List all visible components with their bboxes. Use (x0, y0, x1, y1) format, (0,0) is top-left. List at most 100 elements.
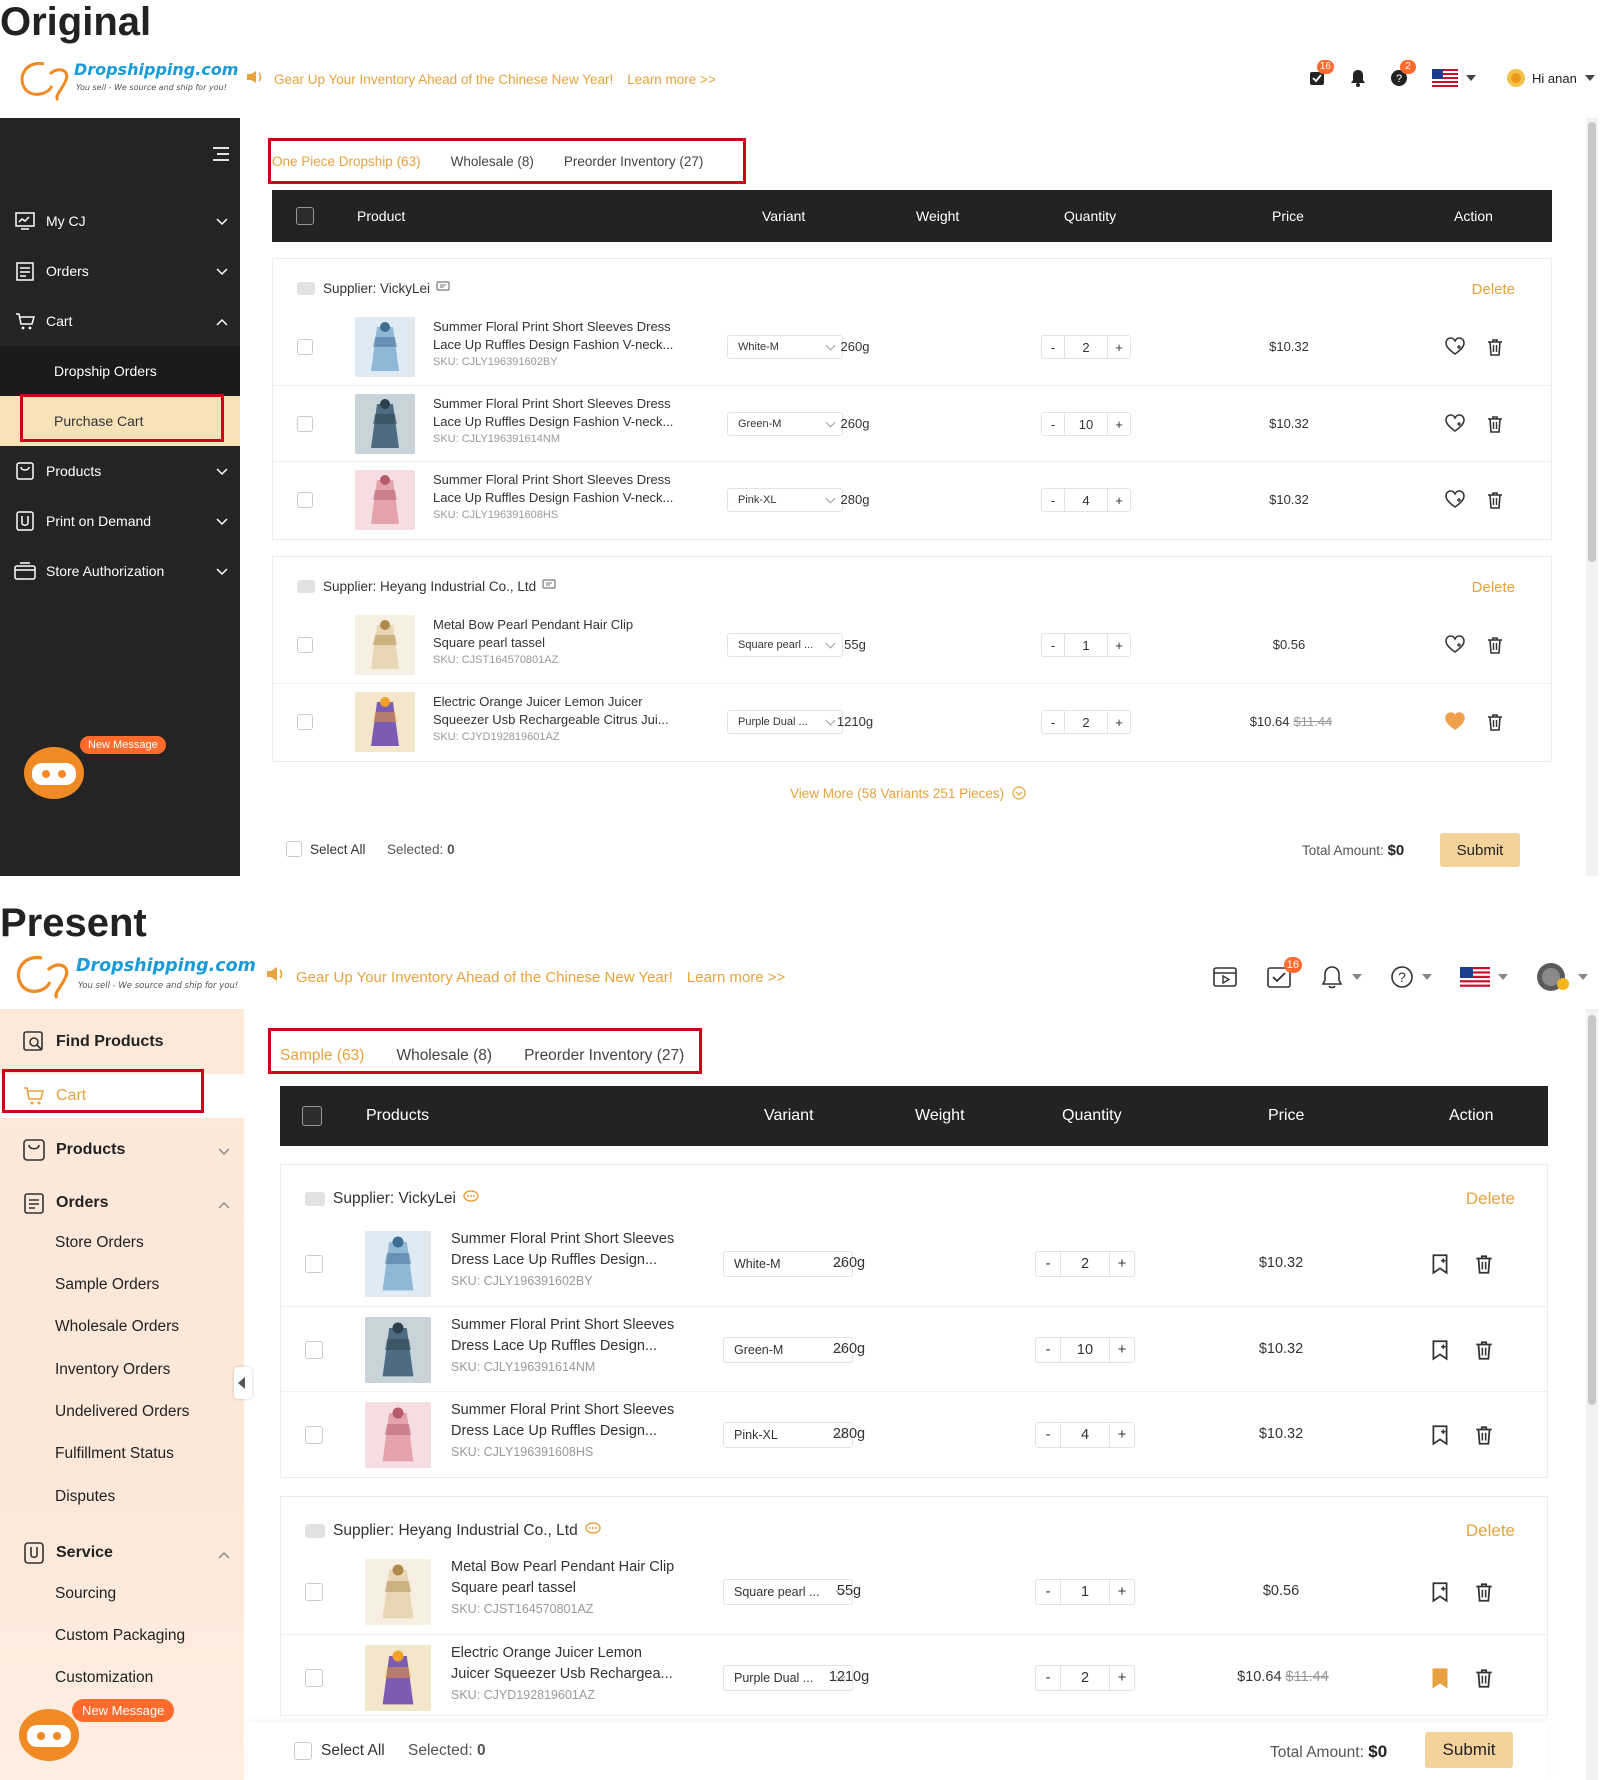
increment-button[interactable]: + (1108, 413, 1130, 435)
row-checkbox[interactable] (297, 714, 313, 730)
sidebar-item-store-orders[interactable]: Store Orders (55, 1223, 144, 1263)
add-favorite-icon[interactable] (1429, 1339, 1451, 1364)
us-flag-icon[interactable] (1460, 967, 1508, 987)
select-all-checkbox-header[interactable] (296, 190, 314, 242)
decrement-button[interactable]: - (1036, 1338, 1060, 1362)
row-checkbox[interactable] (297, 492, 313, 508)
product-name-line1[interactable]: Summer Floral Print Short Sleeves (451, 1402, 674, 1418)
favorite-filled-icon[interactable] (1429, 1667, 1451, 1692)
sidebar-item-store-authorization[interactable]: Store Authorization (0, 546, 240, 596)
sidebar-item-orders[interactable]: Orders (0, 1182, 244, 1224)
trash-icon[interactable] (1485, 635, 1505, 658)
video-icon[interactable] (1212, 965, 1238, 989)
quantity-input[interactable]: 2 (1064, 336, 1108, 358)
sidebar-item-products[interactable]: Products (0, 1129, 244, 1171)
add-favorite-icon[interactable] (1445, 635, 1465, 658)
product-thumbnail[interactable] (355, 470, 415, 530)
chat-icon[interactable] (462, 1189, 480, 1208)
scrollbar-original[interactable] (1586, 118, 1598, 876)
product-thumbnail[interactable] (365, 1230, 431, 1297)
sidebar-item-undelivered-orders[interactable]: Undelivered Orders (55, 1392, 189, 1432)
select-all-checkbox[interactable] (286, 841, 302, 857)
learn-more-link[interactable]: Learn more >> (627, 72, 716, 87)
select-all-label[interactable]: Select All (321, 1742, 385, 1760)
product-thumbnail[interactable] (355, 317, 415, 377)
sidebar-item-sourcing[interactable]: Sourcing (55, 1574, 116, 1614)
new-message-badge[interactable]: New Message (80, 736, 166, 754)
row-checkbox[interactable] (305, 1254, 323, 1273)
sidebar-item-cart[interactable]: Cart (0, 296, 240, 346)
increment-button[interactable]: + (1110, 1338, 1134, 1362)
new-message-badge[interactable]: New Message (72, 1699, 175, 1722)
chat-icon[interactable] (542, 579, 556, 594)
row-checkbox[interactable] (297, 637, 313, 653)
quantity-input[interactable]: 10 (1064, 413, 1108, 435)
sidebar-item-custom-packaging[interactable]: Custom Packaging (55, 1616, 185, 1656)
chat-icon[interactable] (436, 281, 450, 296)
increment-button[interactable]: + (1110, 1423, 1134, 1447)
decrement-button[interactable]: - (1042, 489, 1064, 511)
add-favorite-icon[interactable] (1445, 490, 1465, 513)
product-name-line2[interactable]: Dress Lace Up Ruffles Design... (451, 1423, 657, 1439)
delete-supplier-button[interactable]: Delete (1472, 281, 1515, 298)
row-checkbox[interactable] (305, 1340, 323, 1359)
increment-button[interactable]: + (1110, 1580, 1134, 1604)
product-thumbnail[interactable] (355, 394, 415, 454)
trash-icon[interactable] (1473, 1253, 1495, 1278)
product-name-line2[interactable]: Dress Lace Up Ruffles Design... (451, 1252, 657, 1268)
quantity-stepper[interactable]: -10 + (1041, 412, 1131, 436)
product-name-line2[interactable]: Squeezer Usb Rechargeable Citrus Jui... (433, 712, 669, 727)
sidebar-item-print-on-demand[interactable]: Print on Demand (0, 496, 240, 546)
decrement-button[interactable]: - (1042, 336, 1064, 358)
submit-button[interactable]: Submit (1425, 1732, 1513, 1768)
decrement-button[interactable]: - (1036, 1580, 1060, 1604)
help-icon[interactable]: ? (1390, 965, 1432, 989)
increment-button[interactable]: + (1108, 711, 1130, 733)
product-thumbnail[interactable] (355, 615, 415, 675)
increment-button[interactable]: + (1110, 1666, 1134, 1690)
learn-more-link[interactable]: Learn more >> (687, 969, 785, 986)
product-name-line1[interactable]: Summer Floral Print Short Sleeves Dress (433, 396, 671, 411)
orders-check-icon[interactable]: 16 (1266, 957, 1302, 989)
orders-check-icon[interactable]: 16 (1308, 60, 1334, 87)
help-icon[interactable]: ? 2 (1390, 60, 1416, 87)
sidebar-item-orders[interactable]: Orders (0, 246, 240, 296)
quantity-input[interactable]: 10 (1060, 1337, 1110, 1362)
product-name-line1[interactable]: Metal Bow Pearl Pendant Hair Clip (451, 1559, 674, 1575)
quantity-stepper[interactable]: -4 + (1041, 488, 1131, 512)
product-name-line1[interactable]: Electric Orange Juicer Lemon Juicer (433, 694, 643, 709)
sidebar-item-find-products[interactable]: Find Products (0, 1021, 244, 1063)
chat-icon[interactable] (584, 1521, 602, 1540)
trash-icon[interactable] (1473, 1424, 1495, 1449)
increment-button[interactable]: + (1108, 336, 1130, 358)
trash-icon[interactable] (1473, 1667, 1495, 1692)
select-all-checkbox[interactable] (294, 1742, 312, 1760)
quantity-stepper[interactable]: -2 + (1035, 1664, 1135, 1691)
trash-icon[interactable] (1485, 337, 1505, 360)
row-checkbox[interactable] (305, 1425, 323, 1444)
scrollbar-present[interactable] (1586, 1009, 1598, 1780)
add-favorite-icon[interactable] (1429, 1424, 1451, 1449)
logo-original[interactable]: Dropshipping.com You sell - We source an… (14, 56, 238, 102)
add-favorite-icon[interactable] (1445, 337, 1465, 360)
product-name-line1[interactable]: Electric Orange Juicer Lemon (451, 1645, 642, 1661)
quantity-input[interactable]: 4 (1060, 1422, 1110, 1447)
product-thumbnail[interactable] (365, 1401, 431, 1468)
quantity-input[interactable]: 2 (1060, 1665, 1110, 1690)
collapse-menu-icon[interactable] (212, 146, 230, 165)
quantity-input[interactable]: 2 (1060, 1251, 1110, 1276)
increment-button[interactable]: + (1108, 634, 1130, 656)
quantity-stepper[interactable]: -10 + (1035, 1336, 1135, 1363)
product-name-line2[interactable]: Lace Up Ruffles Design Fashion V-neck... (433, 414, 673, 429)
quantity-stepper[interactable]: -4 + (1035, 1421, 1135, 1448)
row-checkbox[interactable] (305, 1582, 323, 1601)
view-more-link[interactable]: View More (58 Variants 251 Pieces) (790, 786, 1026, 803)
quantity-stepper[interactable]: -1 + (1041, 633, 1131, 657)
decrement-button[interactable]: - (1036, 1252, 1060, 1276)
trash-icon[interactable] (1473, 1581, 1495, 1606)
sidebar-item-disputes[interactable]: Disputes (55, 1477, 115, 1517)
quantity-stepper[interactable]: -1 + (1035, 1578, 1135, 1605)
sidebar-item-service[interactable]: Service (0, 1532, 244, 1574)
increment-button[interactable]: + (1110, 1252, 1134, 1276)
sidebar-item-customization[interactable]: Customization (55, 1658, 153, 1698)
